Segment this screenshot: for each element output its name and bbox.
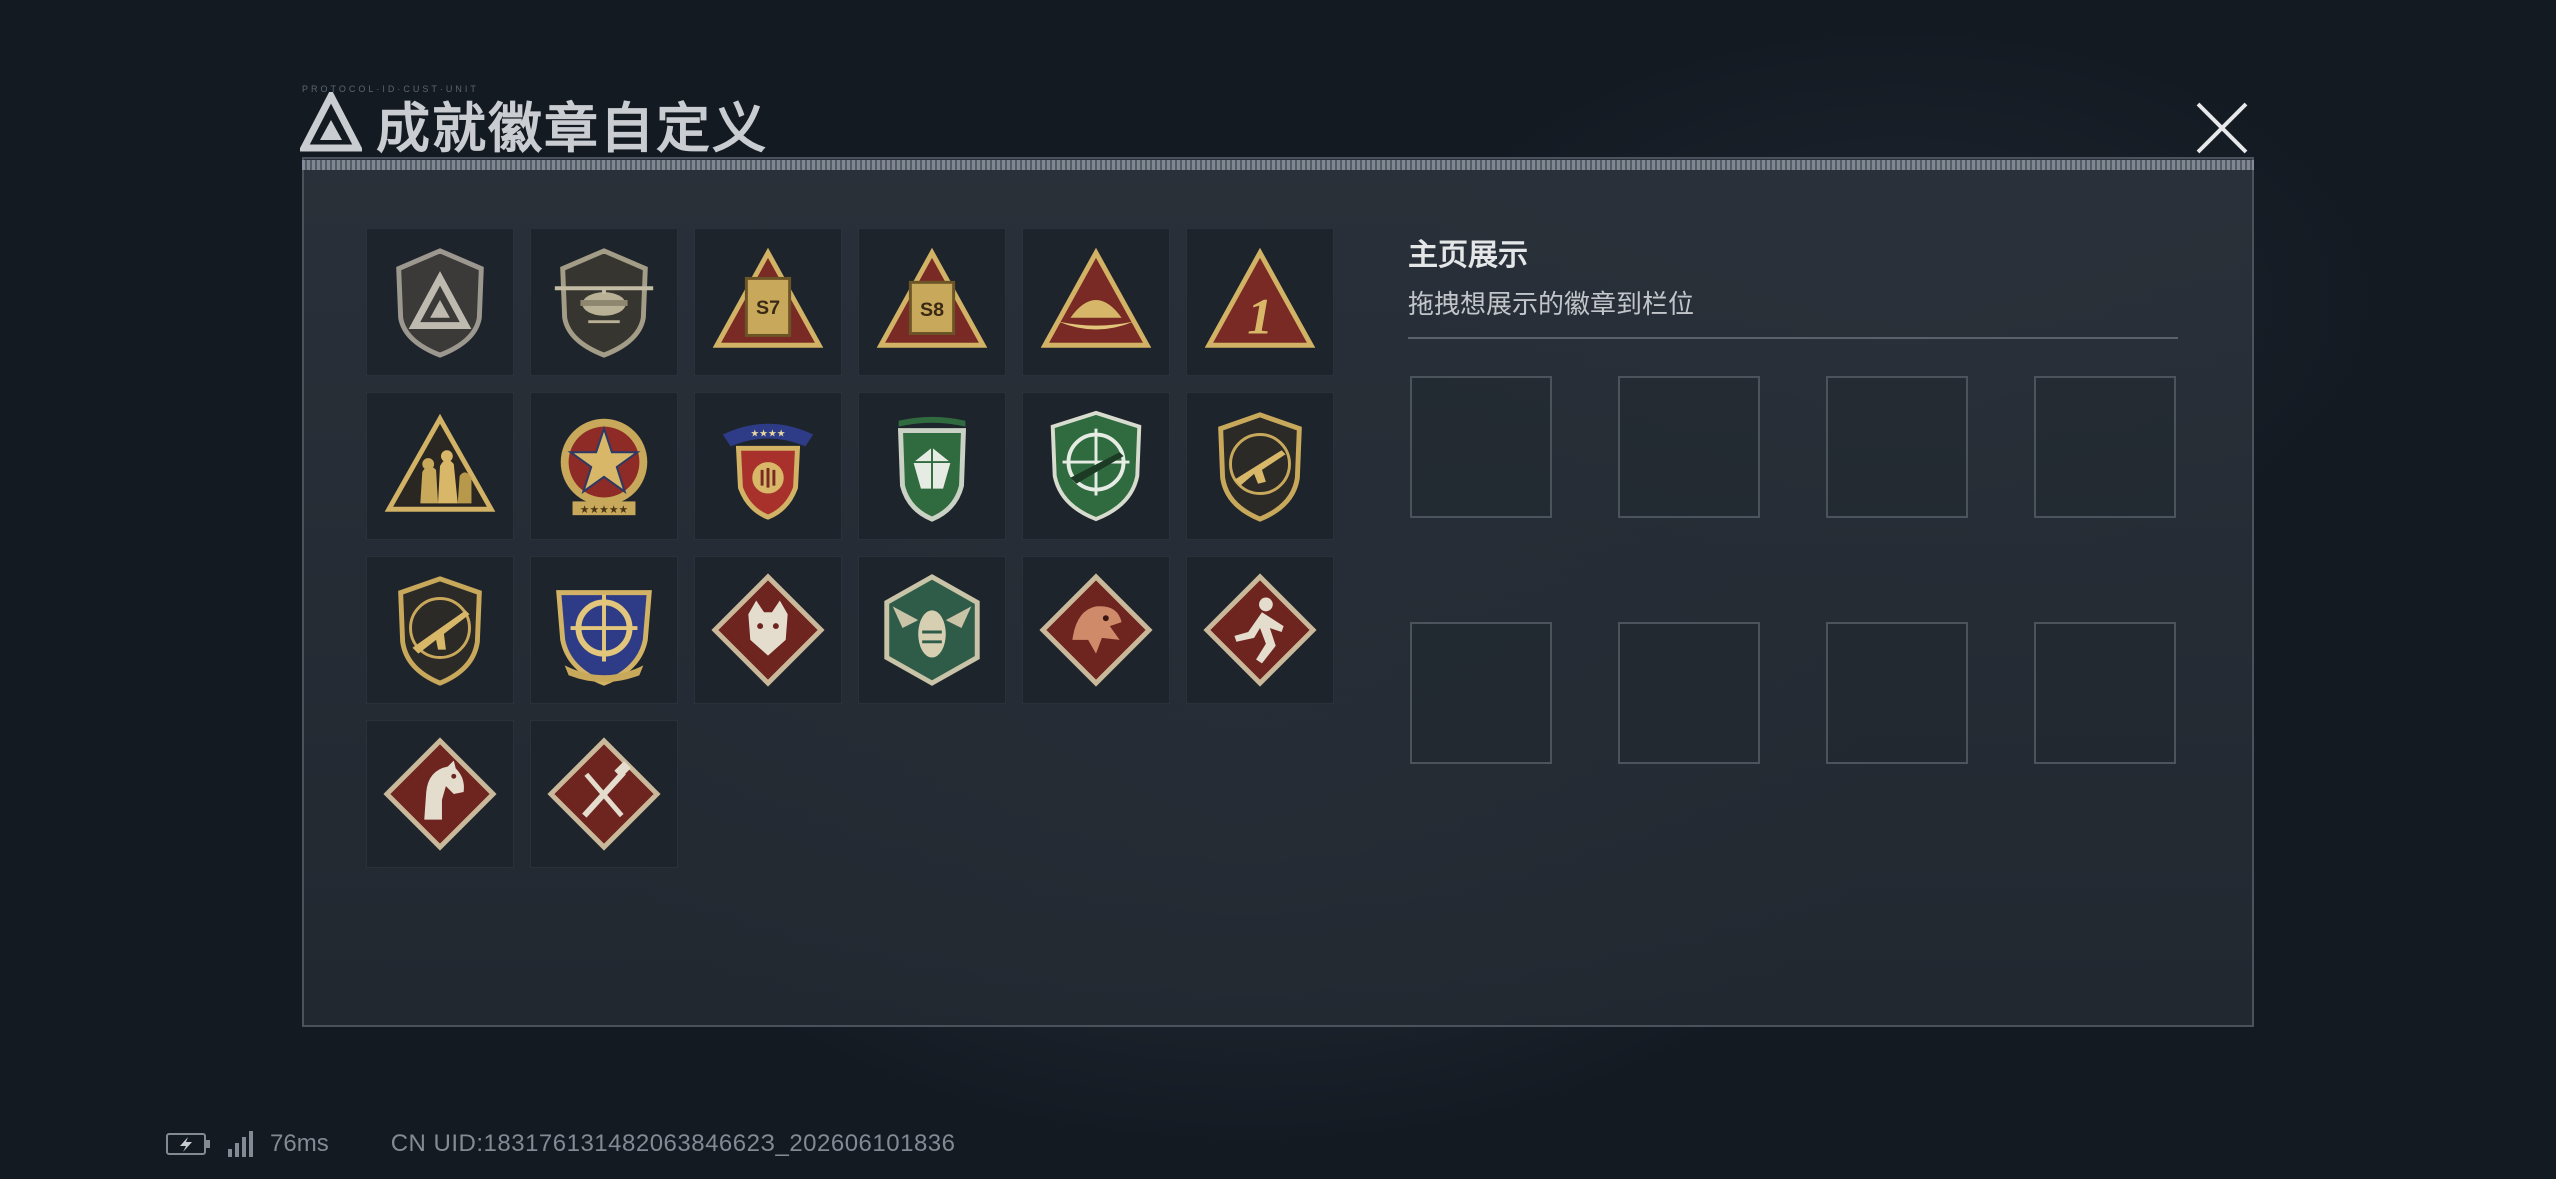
showcase-slot-7[interactable] [1826,622,1968,764]
badge-slot[interactable] [1022,556,1170,704]
dialog-title-bar: 成就徽章自定义 [300,88,768,160]
badge-slot[interactable] [366,228,514,376]
homepage-showcase: 主页展示 拖拽想展示的徽章到栏位 [1408,230,2178,339]
showcase-slot-6[interactable] [1618,622,1760,764]
badge-slot[interactable] [530,228,678,376]
showcase-slot-4[interactable] [2034,376,2176,518]
battery-charging-icon [166,1133,210,1155]
badge-slot[interactable] [530,720,678,868]
badge-slot[interactable] [366,720,514,868]
s8-season-badge-icon: S8 [876,247,988,348]
badge-slot[interactable] [858,392,1006,540]
ping-value: 76ms [270,1130,329,1157]
badge-slot[interactable] [530,556,678,704]
showcase-subtitle: 拖拽想展示的徽章到栏位 [1408,290,1695,320]
gold-rifle-shield-badge-icon [398,576,482,686]
horse-diamond-badge-icon [383,737,497,851]
s7-season-badge-icon: S7 [712,247,824,348]
dragon-diamond-badge-icon [1039,573,1153,687]
showcase-title: 主页展示 [1408,238,1528,273]
showcase-slot-5[interactable] [1410,622,1552,764]
star-medal-badge-icon: ★★★★★ [560,418,648,516]
svg-text:S7: S7 [756,297,780,319]
helicopter-badge-icon [554,248,654,358]
showcase-slot-2[interactable] [1618,376,1760,518]
status-bar: 76ms CN UID:18317613148206384662З_202606… [166,1124,956,1164]
badge-slot[interactable]: S7 [694,228,842,376]
badge-slot[interactable] [1022,228,1170,376]
showcase-slot-grid [1410,376,2176,764]
runner-diamond-badge-icon [1203,573,1317,687]
badge-slot[interactable] [1186,556,1334,704]
hornet-hexagon-badge-icon [884,574,980,686]
green-gem-shield-badge-icon [897,416,967,522]
signal-strength-icon [228,1131,253,1157]
close-icon [2196,102,2248,154]
svg-text:★★★★: ★★★★ [750,429,785,440]
badge-slot[interactable] [1022,392,1170,540]
number-one-badge-icon: 1 [1204,247,1316,348]
badge-slot[interactable]: 1 [1186,228,1334,376]
winged-shield-badge-icon: ★★★★ [722,423,814,520]
tools-diamond-badge-icon [547,737,661,851]
showcase-divider [1408,337,2178,339]
badge-slot[interactable]: ★★★★ [694,392,842,540]
badge-slot[interactable] [366,556,514,704]
dialog-title: 成就徽章自定义 [376,96,768,160]
svg-text:1: 1 [1247,288,1273,345]
green-crosshair-rifle-badge-icon [1050,410,1142,522]
gold-smg-shield-badge-icon [1218,412,1302,522]
badge-grid: S7 S8 1 ★★★★★ ★★★★ [366,228,1334,868]
svg-text:★★★★★: ★★★★★ [580,503,628,516]
user-uid: CN UID:18317613148206384662З_20260610183… [390,1130,956,1157]
svg-text:S8: S8 [920,299,944,321]
showcase-slot-3[interactable] [1826,376,1968,518]
badge-slot[interactable] [1186,392,1334,540]
showcase-slot-8[interactable] [2034,622,2176,764]
hat-triangle-badge-icon [1040,247,1152,348]
badge-slot[interactable]: S8 [858,228,1006,376]
game-logo-icon [300,92,362,152]
panel-top-divider [302,160,2254,170]
badge-slot[interactable] [694,556,842,704]
wolf-diamond-badge-icon [711,573,825,687]
badge-slot[interactable]: ★★★★★ [530,392,678,540]
badge-slot[interactable] [366,392,514,540]
showcase-slot-1[interactable] [1410,376,1552,518]
close-button[interactable] [2190,96,2254,160]
soldiers-triangle-badge-icon [384,413,496,512]
shield-triangle-badge-icon [396,248,484,358]
badge-slot[interactable] [858,556,1006,704]
gold-crosshair-shield-badge-icon [556,590,652,686]
